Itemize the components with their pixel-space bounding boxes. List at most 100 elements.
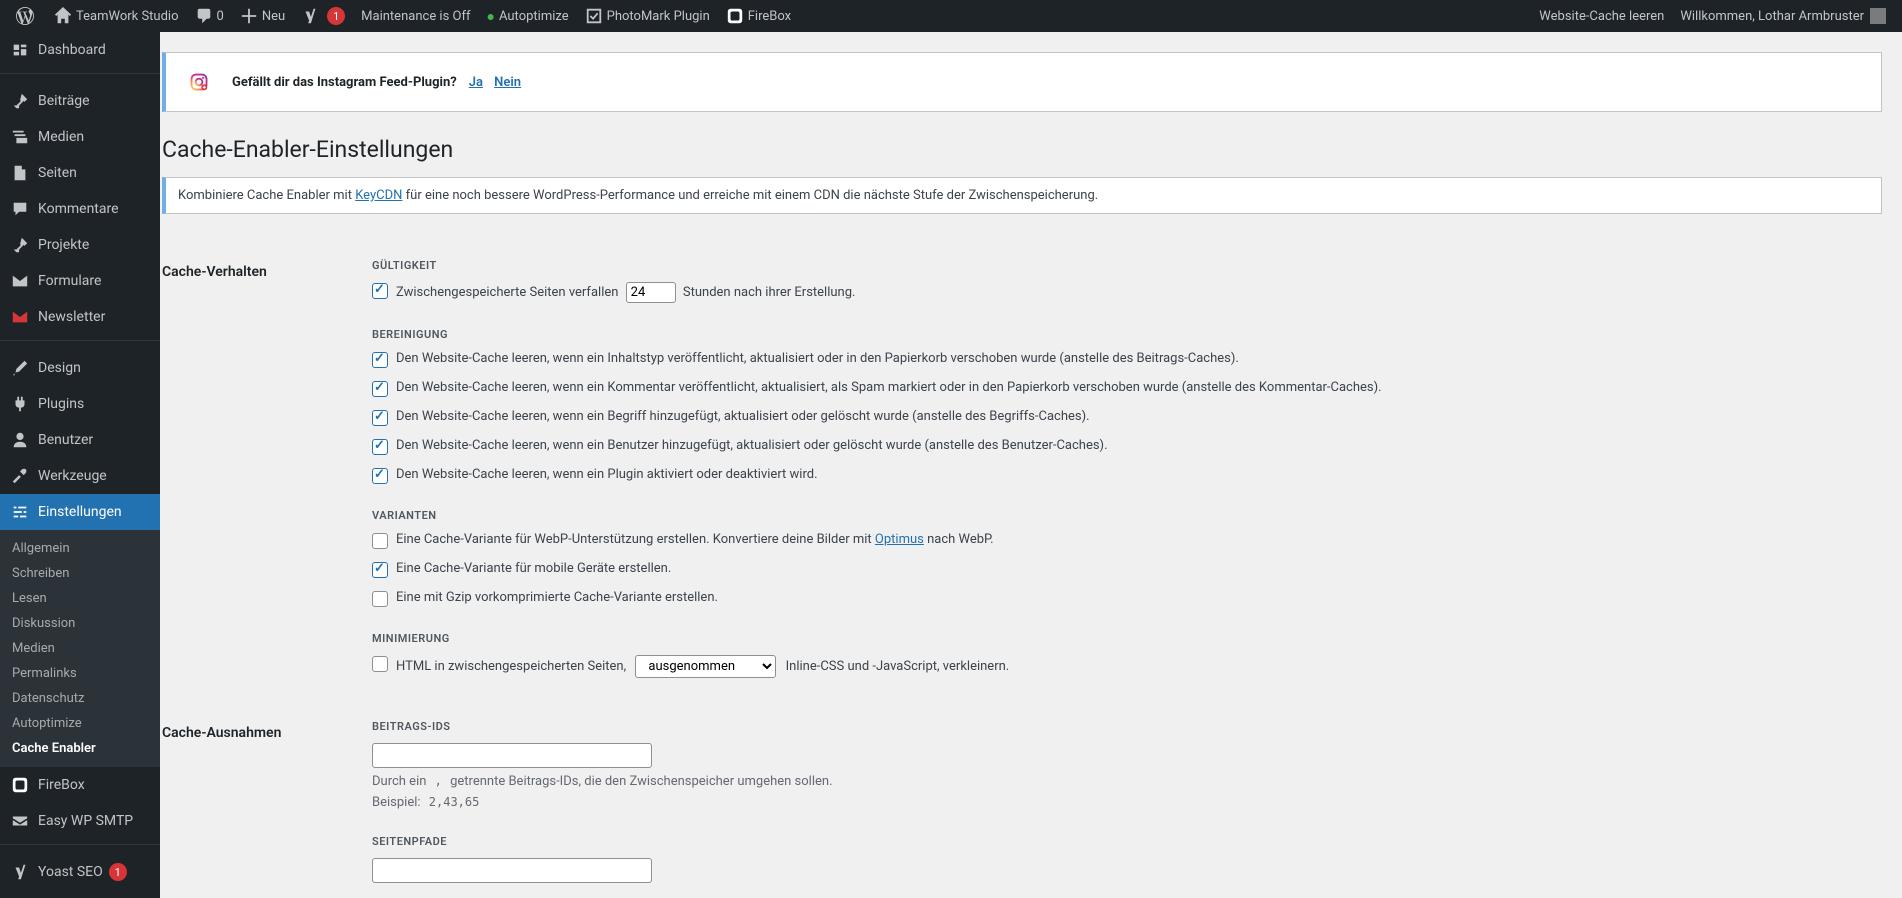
clear-cache-label: Website-Cache leeren — [1539, 9, 1664, 24]
submenu-general[interactable]: Allgemein — [0, 536, 160, 561]
my-account[interactable]: Willkommen, Lothar Armbruster — [1672, 0, 1894, 32]
photomark-label: PhotoMark Plugin — [607, 9, 710, 24]
clear-content-checkbox[interactable] — [372, 352, 388, 368]
postids-example: Beispiel: 2,43,65 — [372, 795, 1872, 810]
menu-forms[interactable]: Formulare — [0, 263, 160, 299]
notice-yes-link[interactable]: Ja — [469, 75, 483, 90]
clear-plugin-label[interactable]: Den Website-Cache leeren, wenn ein Plugi… — [396, 467, 818, 482]
maintenance-label: Maintenance is Off — [361, 9, 470, 24]
circle-icon: ● — [487, 8, 495, 25]
variant-mobile-checkbox[interactable] — [372, 562, 388, 578]
postids-heading: Beitrags-IDs — [372, 720, 1872, 733]
submenu-cache-enabler[interactable]: Cache Enabler — [0, 736, 160, 761]
autoptimize-bar[interactable]: ● Autoptimize — [479, 0, 577, 32]
menu-posts[interactable]: Beiträge — [0, 83, 160, 119]
clear-cache-bar[interactable]: Website-Cache leeren — [1531, 0, 1672, 32]
new-content[interactable]: Neu — [232, 0, 293, 32]
menu-newsletter[interactable]: Newsletter — [0, 299, 160, 335]
menu-plugins[interactable]: Plugins — [0, 386, 160, 422]
submenu-reading[interactable]: Lesen — [0, 586, 160, 611]
avatar-icon — [1870, 8, 1886, 24]
menu-design[interactable]: Design — [0, 350, 160, 386]
submenu-discussion[interactable]: Diskussion — [0, 611, 160, 636]
postids-input[interactable] — [372, 743, 652, 768]
clear-user-checkbox[interactable] — [372, 439, 388, 455]
pagepaths-heading: Seitenpfade — [372, 835, 1872, 848]
media-icon — [10, 127, 30, 147]
variant-gzip-label[interactable]: Eine mit Gzip vorkomprimierte Cache-Vari… — [396, 590, 718, 605]
variants-heading: Varianten — [372, 509, 1872, 522]
menu-media[interactable]: Medien — [0, 119, 160, 155]
submenu-autoptimize[interactable]: Autoptimize — [0, 711, 160, 736]
envelope-icon — [10, 307, 30, 327]
clear-comment-checkbox[interactable] — [372, 381, 388, 397]
menu-pages[interactable]: Seiten — [0, 155, 160, 191]
page-icon — [10, 163, 30, 183]
submenu-media[interactable]: Medien — [0, 636, 160, 661]
comment-icon — [10, 199, 30, 219]
section-cache-behavior: Cache-Verhalten — [162, 244, 362, 705]
firebox-bar[interactable]: FireBox — [718, 0, 799, 32]
menu-settings[interactable]: Einstellungen — [0, 494, 160, 530]
minify-checkbox[interactable] — [372, 656, 388, 672]
autoptimize-label: Autoptimize — [499, 9, 569, 24]
new-label: Neu — [262, 9, 285, 24]
keycdn-link[interactable]: KeyCDN — [355, 188, 402, 203]
minify-label[interactable]: HTML in zwischengespeicherten Seiten, au… — [396, 655, 1009, 678]
menu-users[interactable]: Benutzer — [0, 422, 160, 458]
validity-checkbox[interactable] — [372, 283, 388, 299]
pagepaths-input[interactable] — [372, 858, 652, 883]
validity-heading: Gültigkeit — [372, 259, 1872, 272]
clear-comment-label[interactable]: Den Website-Cache leeren, wenn ein Komme… — [396, 380, 1382, 395]
variant-webp-label[interactable]: Eine Cache-Variante für WebP-Unterstützu… — [396, 532, 994, 547]
menu-firebox[interactable]: FireBox — [0, 767, 160, 803]
welcome-label: Willkommen, Lothar Armbruster — [1680, 9, 1864, 24]
minify-heading: Minimierung — [372, 632, 1872, 645]
menu-yoast[interactable]: Yoast SEO1 — [0, 854, 160, 890]
maintenance-bar[interactable]: Maintenance is Off — [353, 0, 478, 32]
menu-projects[interactable]: Projekte — [0, 227, 160, 263]
clearing-heading: Bereinigung — [372, 328, 1872, 341]
comments-link[interactable]: 0 — [187, 0, 232, 32]
submenu-permalinks[interactable]: Permalinks — [0, 661, 160, 686]
menu-easywpsmtp[interactable]: Easy WP SMTP — [0, 803, 160, 839]
yoast-icon — [10, 862, 30, 882]
validity-label[interactable]: Zwischengespeicherte Seiten verfallen St… — [396, 282, 855, 303]
variant-webp-checkbox[interactable] — [372, 533, 388, 549]
variant-mobile-label[interactable]: Eine Cache-Variante für mobile Geräte er… — [396, 561, 671, 576]
yoast-menu-badge: 1 — [109, 863, 127, 881]
menu-dashboard[interactable]: Dashboard — [0, 32, 160, 68]
variant-gzip-checkbox[interactable] — [372, 591, 388, 607]
notice-question: Gefällt dir das Instagram Feed-Plugin? — [232, 75, 457, 90]
firebox-icon — [10, 775, 30, 795]
plug-icon — [10, 394, 30, 414]
checkbox-icon — [585, 7, 603, 25]
clear-user-label[interactable]: Den Website-Cache leeren, wenn ein Benut… — [396, 438, 1108, 453]
clear-term-checkbox[interactable] — [372, 410, 388, 426]
envelope-icon — [10, 271, 30, 291]
brush-icon — [10, 358, 30, 378]
yoast-icon — [301, 7, 319, 25]
notice-no-link[interactable]: Nein — [494, 75, 521, 90]
photomark-bar[interactable]: PhotoMark Plugin — [577, 0, 718, 32]
pin-icon — [10, 91, 30, 111]
section-cache-exclusions: Cache-Ausnahmen — [162, 705, 362, 898]
minify-select[interactable]: ausgenommen — [635, 655, 776, 678]
wrench-icon — [10, 466, 30, 486]
submenu-writing[interactable]: Schreiben — [0, 561, 160, 586]
clear-content-label[interactable]: Den Website-Cache leeren, wenn ein Inhal… — [396, 351, 1239, 366]
yoast-bar[interactable]: 1 — [293, 0, 353, 32]
menu-comments[interactable]: Kommentare — [0, 191, 160, 227]
optimus-link[interactable]: Optimus — [875, 532, 924, 547]
menu-tools[interactable]: Werkzeuge — [0, 458, 160, 494]
dashboard-icon — [10, 40, 30, 60]
submenu-privacy[interactable]: Datenschutz — [0, 686, 160, 711]
clear-term-label[interactable]: Den Website-Cache leeren, wenn ein Begri… — [396, 409, 1090, 424]
site-name-label: TeamWork Studio — [76, 9, 179, 24]
site-home[interactable]: TeamWork Studio — [46, 0, 187, 32]
validity-hours-input[interactable] — [626, 282, 676, 303]
firebox-icon — [726, 7, 744, 25]
clear-plugin-checkbox[interactable] — [372, 468, 388, 484]
keycdn-infobox: Kombiniere Cache Enabler mit KeyCDN für … — [162, 177, 1882, 214]
wp-logo[interactable] — [8, 0, 46, 32]
